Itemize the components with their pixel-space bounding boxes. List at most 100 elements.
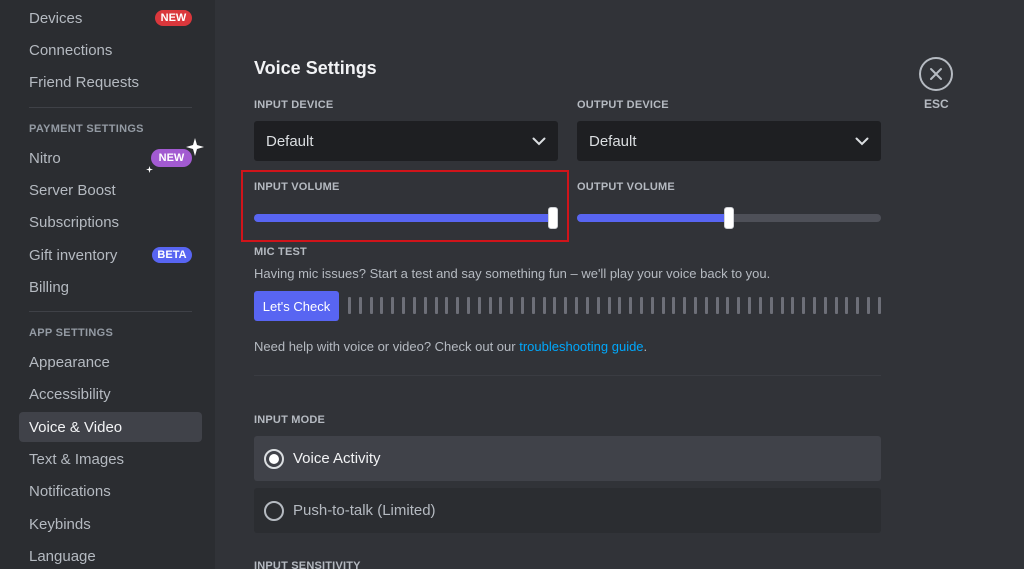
radio-voice-activity[interactable]: Voice Activity bbox=[254, 436, 881, 481]
output-volume-slider[interactable] bbox=[577, 207, 881, 229]
sidebar-item-label: Appearance bbox=[29, 353, 110, 371]
beta-badge: BETA bbox=[152, 247, 192, 263]
meter-bar bbox=[834, 297, 838, 314]
meter-bar bbox=[531, 297, 535, 314]
sidebar-item-label: Language bbox=[29, 547, 96, 565]
output-device-label: OUTPUT DEVICE bbox=[577, 99, 669, 111]
sidebar-item-billing[interactable]: Billing bbox=[19, 272, 202, 302]
meter-bar bbox=[607, 297, 611, 314]
meter-bar bbox=[726, 297, 730, 314]
lets-check-button[interactable]: Let's Check bbox=[254, 291, 339, 321]
sidebar-item-subscriptions[interactable]: Subscriptions bbox=[19, 207, 202, 237]
sidebar-item-keybinds[interactable]: Keybinds bbox=[19, 509, 202, 539]
sparkle-icon bbox=[186, 138, 204, 156]
sidebar-item-label: Text & Images bbox=[29, 450, 125, 468]
section-divider bbox=[254, 375, 881, 376]
sidebar-item-appearance[interactable]: Appearance bbox=[19, 347, 202, 377]
sidebar-item-label: Nitro bbox=[29, 149, 61, 167]
meter-bar bbox=[780, 297, 784, 314]
app-settings-header: APP SETTINGS bbox=[29, 327, 114, 339]
meter-bar bbox=[466, 297, 470, 314]
mic-level-meter bbox=[348, 297, 881, 314]
meter-bar bbox=[867, 297, 870, 314]
radio-label: Push-to-talk (Limited) bbox=[293, 502, 436, 519]
sidebar-item-label: Billing bbox=[29, 278, 70, 296]
meter-bar bbox=[715, 297, 719, 314]
sparkle-icon bbox=[146, 166, 153, 173]
sidebar-item-label: Notifications bbox=[29, 482, 111, 500]
sidebar-item-label: Accessibility bbox=[29, 385, 111, 403]
input-device-value: Default bbox=[266, 132, 314, 150]
meter-bar bbox=[769, 297, 773, 314]
sidebar-item-server-boost[interactable]: Server Boost bbox=[19, 175, 202, 205]
meter-bar bbox=[521, 297, 524, 314]
slider-handle[interactable] bbox=[724, 207, 734, 229]
output-device-value: Default bbox=[589, 132, 637, 150]
close-icon bbox=[930, 68, 942, 80]
meter-bar bbox=[596, 297, 600, 314]
meter-bar bbox=[412, 297, 416, 314]
meter-bar bbox=[358, 297, 362, 314]
sidebar-divider bbox=[29, 107, 192, 108]
settings-sidebar: Devices NEW Connections Friend Requests … bbox=[0, 0, 215, 569]
meter-bar bbox=[575, 297, 579, 314]
meter-bar bbox=[402, 297, 406, 314]
sidebar-item-connections[interactable]: Connections bbox=[19, 35, 202, 65]
input-device-label: INPUT DEVICE bbox=[254, 99, 334, 111]
sidebar-item-label: Subscriptions bbox=[29, 213, 120, 231]
meter-bar bbox=[812, 297, 816, 314]
meter-bar bbox=[391, 297, 395, 314]
chevron-down-icon bbox=[855, 137, 869, 145]
new-badge: NEW bbox=[155, 10, 192, 26]
help-text-prefix: Need help with voice or video? Check out… bbox=[254, 339, 520, 354]
meter-bar bbox=[553, 297, 557, 314]
meter-bar bbox=[510, 297, 514, 314]
meter-bar bbox=[348, 297, 351, 314]
radio-selected-icon bbox=[264, 448, 284, 469]
help-text: Need help with voice or video? Check out… bbox=[254, 339, 647, 354]
sidebar-item-voice-video[interactable]: Voice & Video bbox=[19, 412, 202, 442]
close-button[interactable] bbox=[919, 57, 953, 91]
radio-label: Voice Activity bbox=[293, 450, 381, 467]
mic-test-description: Having mic issues? Start a test and say … bbox=[254, 266, 771, 281]
input-mode-label: INPUT MODE bbox=[254, 414, 326, 426]
meter-bar bbox=[802, 297, 806, 314]
meter-bar bbox=[499, 297, 503, 314]
meter-bar bbox=[488, 297, 492, 314]
meter-bar bbox=[369, 297, 373, 314]
meter-bar bbox=[618, 297, 622, 314]
radio-push-to-talk[interactable]: Push-to-talk (Limited) bbox=[254, 488, 881, 533]
meter-bar bbox=[791, 297, 795, 314]
sidebar-item-notifications[interactable]: Notifications bbox=[19, 476, 202, 506]
radio-unselected-icon bbox=[264, 500, 284, 521]
slider-fill bbox=[577, 214, 729, 222]
output-device-select[interactable]: Default bbox=[577, 121, 881, 161]
sidebar-item-label: Friend Requests bbox=[29, 73, 140, 91]
meter-bar bbox=[445, 297, 449, 314]
troubleshooting-guide-link[interactable]: troubleshooting guide bbox=[519, 339, 643, 354]
meter-bar bbox=[758, 297, 762, 314]
meter-bar bbox=[639, 297, 643, 314]
meter-bar bbox=[661, 297, 665, 314]
meter-bar bbox=[672, 297, 676, 314]
esc-label: ESC bbox=[924, 97, 949, 111]
meter-bar bbox=[542, 297, 546, 314]
meter-bar bbox=[704, 297, 708, 314]
meter-bar bbox=[694, 297, 697, 314]
meter-bar bbox=[477, 297, 481, 314]
meter-bar bbox=[629, 297, 633, 314]
sidebar-item-friend-requests[interactable]: Friend Requests bbox=[19, 67, 202, 97]
mic-test-label: MIC TEST bbox=[254, 246, 307, 258]
sidebar-item-label: Connections bbox=[29, 41, 113, 59]
page-title: Voice Settings bbox=[254, 58, 377, 78]
input-device-select[interactable]: Default bbox=[254, 121, 558, 161]
sidebar-item-label: Server Boost bbox=[29, 181, 116, 199]
meter-bar bbox=[748, 297, 752, 314]
input-sensitivity-label: INPUT SENSITIVITY bbox=[254, 560, 361, 569]
sidebar-item-language[interactable]: Language bbox=[19, 541, 202, 569]
meter-bar bbox=[737, 297, 741, 314]
sidebar-item-label: Voice & Video bbox=[29, 418, 123, 436]
sidebar-item-accessibility[interactable]: Accessibility bbox=[19, 379, 202, 409]
sidebar-item-text-images[interactable]: Text & Images bbox=[19, 444, 202, 474]
sidebar-item-label: Gift inventory bbox=[29, 246, 118, 264]
